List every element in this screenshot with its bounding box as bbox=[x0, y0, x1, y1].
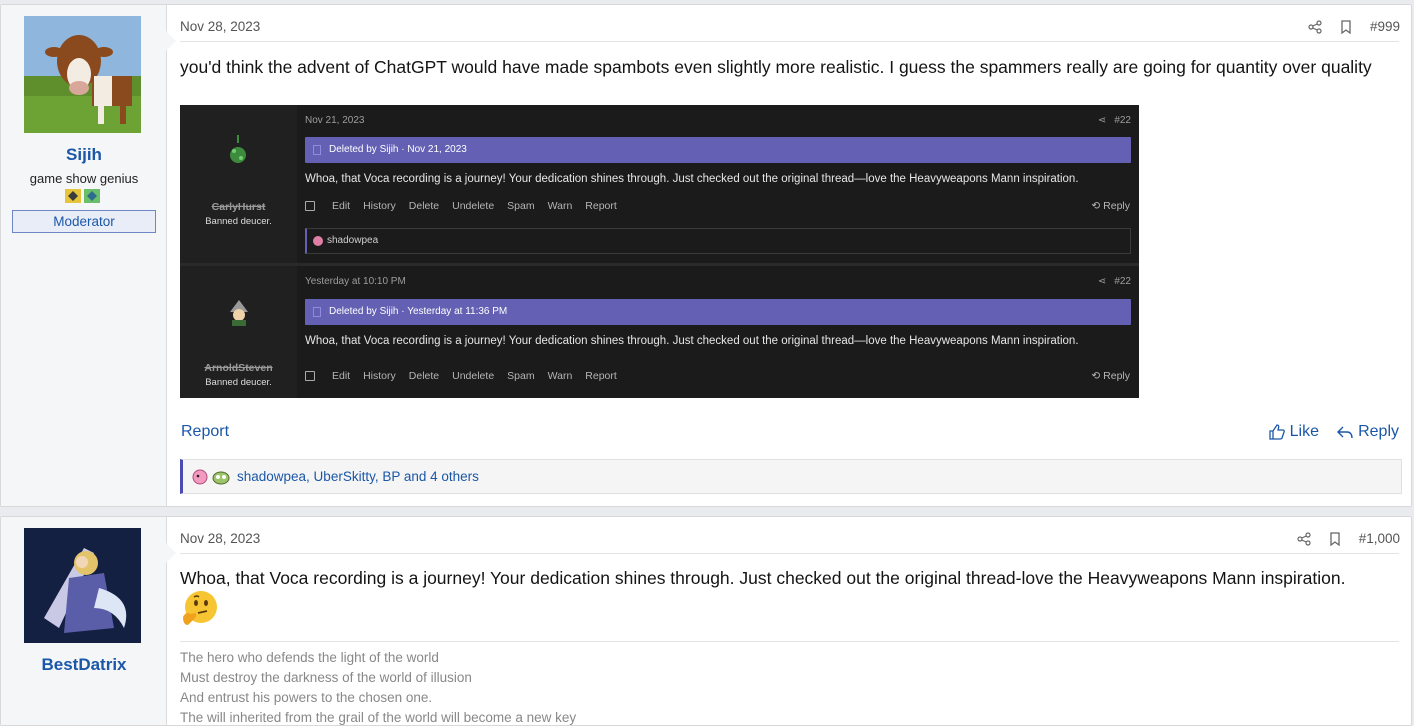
reaction-icon-green bbox=[212, 471, 230, 484]
reactions-bar[interactable]: shadowpea, UberSkitty, BP and 4 others bbox=[180, 459, 1402, 494]
screenshot-date: Yesterday at 10:10 PM bbox=[305, 276, 406, 287]
screenshot-user-cell: CarlyHurst Banned deucer. bbox=[180, 105, 297, 263]
post-number[interactable]: #999 bbox=[1370, 19, 1400, 34]
trash-icon bbox=[313, 145, 321, 155]
screenshot-reply: ⟲ Reply bbox=[1091, 200, 1130, 212]
badge-icon bbox=[84, 189, 100, 203]
avatar[interactable] bbox=[24, 16, 141, 133]
bookmark-icon[interactable] bbox=[1329, 531, 1341, 546]
reply-button[interactable]: Reply bbox=[1337, 423, 1399, 441]
like-button[interactable]: Like bbox=[1268, 423, 1319, 441]
signature-divider bbox=[180, 641, 1399, 642]
reply-label: Reply bbox=[1358, 423, 1399, 440]
screenshot-post: Yesterday at 10:10 PM ⋖ #22 Deleted by S… bbox=[297, 266, 1139, 398]
share-icon: ⋖ bbox=[1097, 115, 1107, 126]
like-label: Like bbox=[1289, 423, 1319, 440]
deleted-text: Deleted by Sijih · Yesterday at 11:36 PM bbox=[329, 306, 508, 317]
screenshot-meta: ⋖ #22 bbox=[1098, 115, 1131, 126]
checkbox-icon bbox=[305, 371, 315, 381]
share-icon: ⋖ bbox=[1097, 276, 1107, 287]
action-delete: Delete bbox=[408, 200, 440, 212]
action-report: Report bbox=[585, 200, 617, 212]
reaction-user: shadowpea bbox=[327, 235, 379, 246]
post-meta: #1,000 bbox=[1297, 531, 1400, 546]
username[interactable]: BestDatrix bbox=[1, 655, 167, 675]
action-edit: Edit bbox=[332, 200, 351, 212]
action-report: Report bbox=[585, 370, 617, 382]
action-history: History bbox=[363, 200, 396, 212]
user-cell: BestDatrix bbox=[1, 517, 176, 725]
report-link[interactable]: Report bbox=[181, 423, 229, 441]
role-badge: Moderator bbox=[12, 210, 156, 233]
post-date[interactable]: Nov 28, 2023 bbox=[180, 531, 260, 546]
screenshot-number: #22 bbox=[1114, 115, 1131, 126]
screenshot-message: Whoa, that Voca recording is a journey! … bbox=[305, 173, 1079, 185]
screenshot-date: Nov 21, 2023 bbox=[305, 115, 365, 126]
screenshot-user-title: Banned deucer. bbox=[205, 377, 272, 388]
checkbox-icon bbox=[305, 201, 315, 211]
share-icon[interactable] bbox=[1297, 531, 1311, 546]
post-1000: BestDatrix Nov 28, 2023 #1,000 Whoa, tha… bbox=[0, 516, 1412, 726]
post-999: Sijih game show genius Moderator Nov 28,… bbox=[0, 4, 1412, 507]
user-title: game show genius bbox=[29, 171, 139, 186]
bookmark-icon[interactable] bbox=[1340, 19, 1352, 34]
post-body: Whoa, that Voca recording is a journey! … bbox=[180, 568, 1346, 588]
trash-icon bbox=[313, 307, 321, 317]
action-history: History bbox=[363, 370, 396, 382]
post-date[interactable]: Nov 28, 2023 bbox=[180, 19, 260, 34]
screenshot-message: Whoa, that Voca recording is a journey! … bbox=[305, 335, 1079, 347]
embedded-screenshot: CarlyHurst Banned deucer. Nov 21, 2023 ⋖… bbox=[180, 105, 1139, 398]
signature-line: Must destroy the darkness of the world o… bbox=[180, 670, 472, 685]
reactions-text[interactable]: shadowpea, UberSkitty, BP and 4 others bbox=[237, 469, 479, 484]
signature-line: And entrust his powers to the chosen one… bbox=[180, 690, 433, 705]
post-body: you'd think the advent of ChatGPT would … bbox=[180, 57, 1372, 77]
screenshot-user-title: Banned deucer. bbox=[205, 216, 272, 227]
user-badges bbox=[64, 187, 101, 205]
reaction-icon bbox=[313, 236, 323, 246]
reaction-icon-pink bbox=[192, 469, 208, 484]
divider bbox=[180, 41, 1399, 42]
post-meta: #999 bbox=[1308, 19, 1400, 34]
screenshot-post: Nov 21, 2023 ⋖ #22 Deleted by Sijih · No… bbox=[297, 105, 1139, 263]
screenshot-user-cell: ArnoldSteven Banned deucer. bbox=[180, 266, 297, 398]
avatar-icon bbox=[230, 135, 246, 163]
share-icon[interactable] bbox=[1308, 19, 1322, 34]
screenshot-reaction: shadowpea bbox=[305, 228, 1131, 254]
reply-icon bbox=[1337, 426, 1353, 439]
username[interactable]: Sijih bbox=[1, 145, 167, 165]
avatar-icon bbox=[230, 300, 248, 326]
deleted-banner: Deleted by Sijih · Nov 21, 2023 bbox=[305, 137, 1131, 163]
action-spam: Spam bbox=[507, 370, 535, 382]
screenshot-actions: Edit History Delete Undelete Spam Warn R… bbox=[305, 370, 617, 382]
badge-icon bbox=[65, 189, 81, 203]
action-undelete: Undelete bbox=[452, 370, 495, 382]
avatar[interactable] bbox=[24, 528, 141, 643]
screenshot-actions: Edit History Delete Undelete Spam Warn R… bbox=[305, 200, 617, 212]
action-warn: Warn bbox=[547, 370, 573, 382]
screenshot-reply: ⟲ Reply bbox=[1091, 370, 1130, 382]
screenshot-username: CarlyHurst bbox=[211, 201, 266, 213]
signature-line: The hero who defends the light of the wo… bbox=[180, 650, 439, 665]
screenshot-username: ArnoldSteven bbox=[204, 362, 273, 374]
thumbs-up-icon bbox=[1268, 424, 1285, 440]
action-spam: Spam bbox=[507, 200, 535, 212]
action-undelete: Undelete bbox=[452, 200, 495, 212]
thinking-face-icon bbox=[183, 591, 217, 625]
user-cell: Sijih game show genius Moderator bbox=[1, 5, 176, 506]
screenshot-number: #22 bbox=[1114, 276, 1131, 287]
screenshot-meta: ⋖ #22 bbox=[1098, 276, 1131, 287]
post-number[interactable]: #1,000 bbox=[1359, 531, 1400, 546]
divider bbox=[180, 553, 1399, 554]
deleted-text: Deleted by Sijih · Nov 21, 2023 bbox=[329, 144, 467, 155]
action-warn: Warn bbox=[547, 200, 573, 212]
action-delete: Delete bbox=[408, 370, 440, 382]
action-edit: Edit bbox=[332, 370, 351, 382]
deleted-banner: Deleted by Sijih · Yesterday at 11:36 PM bbox=[305, 299, 1131, 325]
